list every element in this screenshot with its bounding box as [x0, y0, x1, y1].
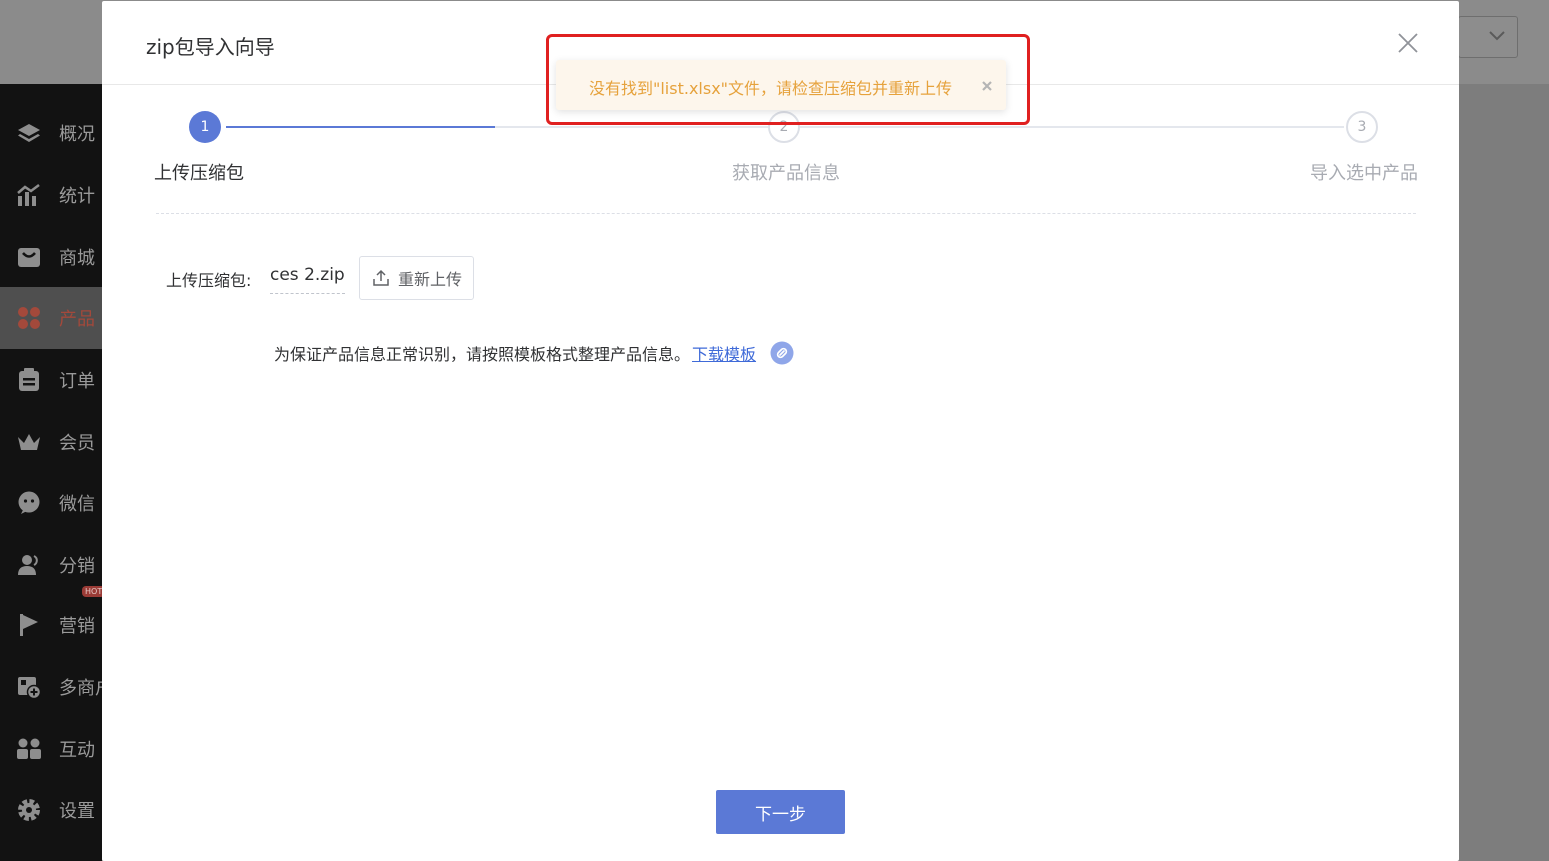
sidebar-item-marketing[interactable]: 营销 HOT: [0, 586, 106, 656]
step-3-title: 导入选中产品: [1310, 163, 1418, 184]
sidebar-item-interaction[interactable]: 互动: [0, 718, 102, 780]
dialog-title: zip包导入向导: [146, 35, 275, 59]
step-1-indicator: 1: [189, 111, 221, 143]
sidebar-item-members[interactable]: 会员: [0, 411, 102, 473]
sidebar-item-shop[interactable]: 商城: [0, 226, 102, 288]
sidebar-item-label: 会员: [59, 433, 95, 454]
sidebar-item-products[interactable]: 产品: [0, 287, 102, 349]
step-connector: [800, 126, 1344, 128]
sidebar-item-settings[interactable]: 设置: [0, 779, 102, 841]
link-icon[interactable]: [770, 341, 794, 365]
order-icon: [17, 368, 41, 392]
upload-icon: [373, 269, 389, 286]
sidebar-item-overview[interactable]: 概况: [0, 102, 102, 164]
sidebar-item-label: 分销: [59, 556, 95, 577]
template-hint: 为保证产品信息正常识别，请按照模板格式整理产品信息。 下载模板: [274, 341, 794, 365]
users-icon: [17, 553, 41, 577]
divider: [156, 213, 1416, 214]
step-2-title: 获取产品信息: [732, 163, 840, 184]
store-add-icon: [17, 675, 41, 699]
sidebar-item-label: 产品: [59, 309, 95, 330]
flag-icon: [17, 613, 41, 637]
warning-toast: 没有找到"list.xlsx"文件，请检查压缩包并重新上传: [556, 60, 1006, 110]
sidebar: 概况 统计 商城 产品 订单 会员 微信 分销 营销 HOT 多商户 互动 设置: [0, 84, 113, 861]
grid-icon: [17, 306, 41, 330]
step-progress: [226, 126, 495, 128]
sidebar-item-label: 订单: [59, 371, 95, 392]
reupload-label: 重新上传: [398, 270, 463, 289]
sidebar-item-wechat[interactable]: 微信: [0, 472, 102, 534]
sidebar-item-label: 设置: [59, 801, 95, 822]
sidebar-item-label: 商城: [59, 248, 95, 269]
hint-text: 为保证产品信息正常识别，请按照模板格式整理产品信息。: [274, 345, 691, 364]
reupload-button[interactable]: 重新上传: [359, 256, 474, 300]
chevron-down-icon: [1489, 31, 1505, 41]
wechat-icon: [17, 491, 41, 515]
gear-icon: [17, 798, 41, 822]
toast-close-button[interactable]: [980, 78, 994, 92]
close-button[interactable]: [1396, 31, 1420, 55]
sidebar-item-label: 互动: [59, 740, 95, 761]
step-3-indicator: 3: [1346, 111, 1378, 143]
step-2-indicator: 2: [768, 111, 800, 143]
next-step-button[interactable]: 下一步: [716, 790, 845, 834]
sidebar-item-label: 统计: [59, 186, 95, 207]
sidebar-item-stats[interactable]: 统计: [0, 164, 102, 226]
zip-import-dialog: zip包导入向导 1 2 3 上传压缩包 获取产品信息 导入选中产品 上传压缩包…: [102, 1, 1459, 861]
layers-icon: [17, 121, 41, 145]
crown-icon: [17, 430, 41, 454]
close-icon: [982, 81, 992, 91]
header-select[interactable]: [1458, 16, 1518, 58]
sidebar-item-label: 微信: [59, 494, 95, 515]
sidebar-item-orders[interactable]: 订单: [0, 349, 102, 411]
sidebar-item-label: 概况: [59, 124, 95, 145]
close-icon: [1398, 33, 1418, 53]
toast-message: 没有找到"list.xlsx"文件，请检查压缩包并重新上传: [589, 79, 953, 98]
shop-icon: [17, 245, 41, 269]
uploaded-file-name: ces 2.zip: [270, 265, 345, 294]
chart-icon: [17, 183, 41, 207]
group-icon: [17, 737, 41, 761]
step-1-title: 上传压缩包: [154, 163, 244, 184]
sidebar-item-label: 营销: [59, 616, 95, 637]
sidebar-item-multi-merchant[interactable]: 多商户: [0, 656, 113, 718]
upload-label: 上传压缩包:: [166, 271, 252, 290]
download-template-link[interactable]: 下载模板: [692, 341, 756, 365]
